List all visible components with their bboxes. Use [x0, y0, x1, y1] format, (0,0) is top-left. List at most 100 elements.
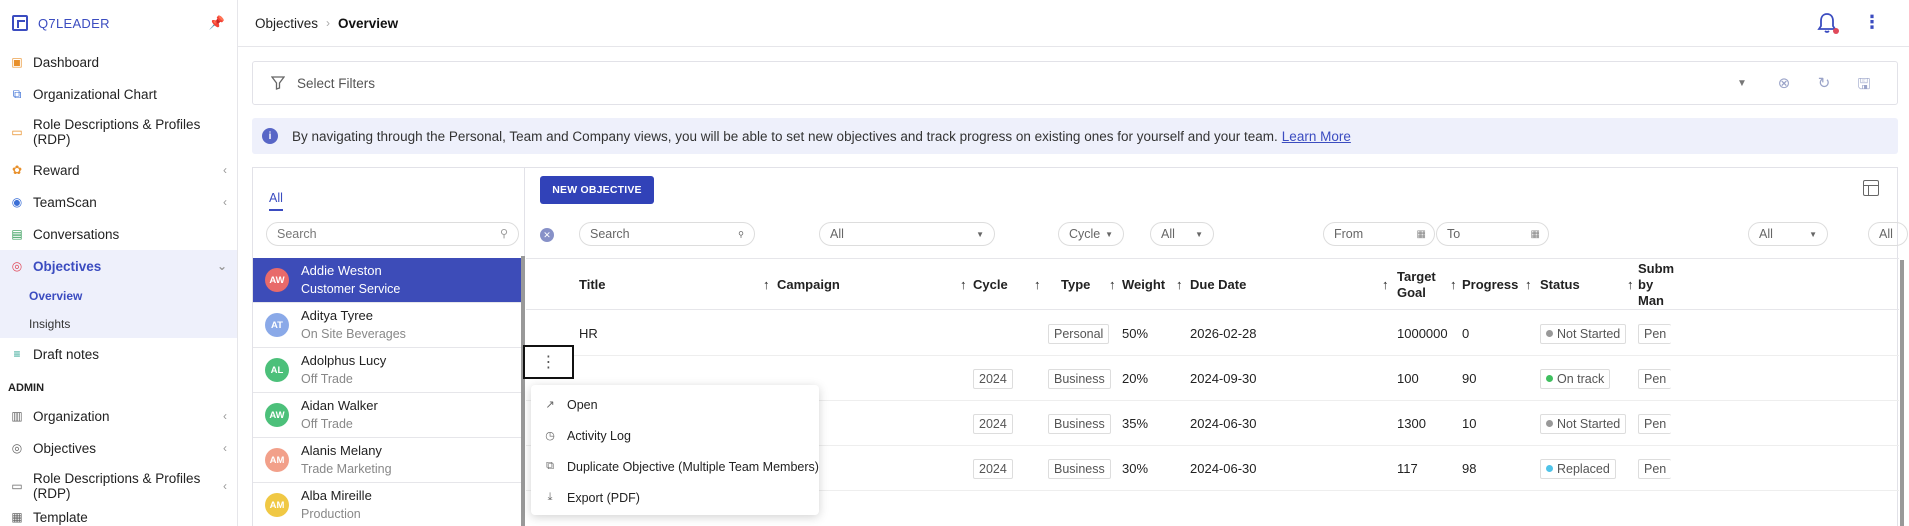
sidebar-subitem-insights[interactable]: Insights — [0, 310, 237, 338]
menu-item-duplicate[interactable]: ⧉ Duplicate Objective (Multiple Team Memb… — [531, 451, 819, 482]
cycle-chip: 2024 — [973, 413, 1013, 434]
person-name: Aidan Walker — [301, 398, 378, 413]
column-title[interactable]: Title — [579, 259, 606, 311]
sidebar-item-objectives[interactable]: ◎ Objectives ⌄ — [0, 250, 237, 282]
person-item[interactable]: AW Addie Weston Customer Service — [253, 258, 521, 303]
person-name: Alanis Melany — [301, 443, 382, 458]
people-scrollbar[interactable] — [521, 256, 525, 526]
column-due-date[interactable]: Due Date — [1190, 259, 1246, 311]
person-name: Aditya Tyree — [301, 308, 374, 323]
template-icon: ▦ — [11, 510, 23, 524]
breadcrumb-chevron-icon: › — [326, 16, 331, 30]
date-from-input[interactable]: From ▦ — [1323, 222, 1435, 246]
info-banner: i By navigating through the Personal, Te… — [252, 118, 1898, 154]
status-dot — [1546, 465, 1553, 472]
sort-icon[interactable]: ↑ — [1382, 259, 1389, 311]
table-row[interactable]: HR Personal 50% 2026-02-28 1000000 0 Not… — [526, 311, 1899, 356]
column-cycle[interactable]: Cycle — [973, 259, 1008, 311]
cell-progress: 10 — [1462, 416, 1477, 431]
table-header: Title ↑ Campaign ↑ Cycle ↑ Type ↑ Weight… — [526, 258, 1899, 310]
clear-search-icon[interactable]: ✕ — [540, 228, 554, 242]
person-item[interactable]: AT Aditya Tyree On Site Beverages — [253, 303, 521, 348]
column-type[interactable]: Type — [1061, 259, 1090, 311]
status-badge: Not Started — [1540, 413, 1627, 434]
campaign-select[interactable]: All ▼ — [819, 222, 995, 246]
sort-icon[interactable]: ↑ — [1034, 259, 1041, 311]
chevron-left-icon: ‹ — [223, 409, 227, 423]
person-item[interactable]: AM Alanis Melany Trade Marketing — [253, 438, 521, 483]
sidebar-item-conversations[interactable]: ▤ Conversations — [0, 218, 237, 250]
sidebar-item-rdp[interactable]: ▭ Role Descriptions & Profiles (RDP) — [0, 110, 237, 154]
teamscan-icon: ◉ — [11, 195, 23, 209]
search-icon: ⚲ — [499, 228, 508, 240]
status-dot — [1546, 375, 1553, 382]
submitted-chip: Pen — [1638, 368, 1672, 389]
pin-icon[interactable]: 📌 — [209, 15, 225, 31]
organization-icon: ▥ — [11, 409, 23, 423]
sidebar-item-dashboard[interactable]: ▣ Dashboard — [0, 46, 237, 78]
sort-icon[interactable]: ↑ — [1627, 259, 1634, 311]
brand-name: Q7LEADER — [38, 15, 110, 31]
objectives-panel: All Search ⚲ AW Addie Weston Customer Ser… — [252, 167, 1908, 526]
sort-icon[interactable]: ↑ — [1109, 259, 1116, 311]
date-to-input[interactable]: To ▦ — [1436, 222, 1549, 246]
sidebar-item-draft-notes[interactable]: ≡ Draft notes — [0, 338, 237, 370]
sidebar-item-admin-objectives[interactable]: ◎ Objectives ‹ — [0, 432, 237, 464]
sort-icon[interactable]: ↑ — [960, 259, 967, 311]
sort-icon[interactable]: ↑ — [1525, 259, 1532, 311]
dashboard-icon: ▣ — [11, 55, 23, 69]
sidebar-item-template[interactable]: ▦ Template — [0, 508, 237, 526]
column-progress[interactable]: Progress — [1462, 259, 1518, 311]
objective-search-input[interactable]: Search ⚲ — [579, 222, 755, 246]
new-objective-button[interactable]: NEW OBJECTIVE — [540, 176, 654, 204]
type-select[interactable]: All ▼ — [1150, 222, 1214, 246]
cell-due-date: 2024-06-30 — [1190, 416, 1257, 431]
sidebar-item-organization[interactable]: ▥ Organization ‹ — [0, 400, 237, 432]
info-icon: i — [262, 128, 278, 144]
people-search-input[interactable]: Search ⚲ — [266, 222, 519, 246]
person-item[interactable]: AM Alba Mireille Production — [253, 483, 521, 526]
sidebar-item-org-chart[interactable]: ⧉ Organizational Chart — [0, 78, 237, 110]
person-dept: Off Trade — [301, 417, 353, 431]
learn-more-link[interactable]: Learn More — [1282, 129, 1351, 144]
save-icon[interactable]: 🖫 — [1855, 74, 1873, 93]
column-status[interactable]: Status — [1540, 259, 1580, 311]
breadcrumb-parent[interactable]: Objectives — [255, 16, 318, 31]
menu-item-open[interactable]: ↗ Open — [531, 389, 819, 420]
sort-icon[interactable]: ↑ — [763, 259, 770, 311]
menu-item-activity-log[interactable]: ◷ Activity Log — [531, 420, 819, 451]
refresh-icon[interactable]: ↻ — [1815, 74, 1833, 92]
more-vertical-icon[interactable]: ⋮ — [1863, 12, 1881, 33]
chevron-left-icon: ‹ — [223, 478, 227, 493]
submitted-select[interactable]: All — [1868, 222, 1908, 246]
notification-bell-icon[interactable] — [1817, 12, 1839, 34]
sort-icon[interactable]: ↑ — [1450, 259, 1457, 311]
sidebar-subitem-overview[interactable]: Overview — [0, 282, 237, 310]
history-icon: ◷ — [545, 430, 555, 442]
status-select[interactable]: All ▼ — [1748, 222, 1828, 246]
sort-icon[interactable]: ↑ — [1176, 259, 1183, 311]
person-name: Alba Mireille — [301, 488, 372, 503]
column-submitted-by-manager[interactable]: Subm by Man — [1638, 259, 1674, 311]
notification-dot — [1833, 28, 1839, 34]
cycle-select[interactable]: Cycle ▼ — [1058, 222, 1124, 246]
sidebar-item-reward[interactable]: ✿ Reward ‹ — [0, 154, 237, 186]
column-campaign[interactable]: Campaign — [777, 259, 840, 311]
filter-bar[interactable]: Select Filters ▼ ⊗ ↻ 🖫 — [252, 61, 1898, 105]
cell-due-date: 2024-06-30 — [1190, 461, 1257, 476]
sidebar-item-admin-rdp[interactable]: ▭ Role Descriptions & Profiles (RDP) ‹ — [0, 464, 237, 508]
row-actions-kebab-icon[interactable]: ⋮ — [523, 345, 574, 379]
menu-item-export-pdf[interactable]: ⤓ Export (PDF) — [531, 482, 819, 513]
person-item[interactable]: AL Adolphus Lucy Off Trade — [253, 348, 521, 393]
column-weight[interactable]: Weight — [1122, 259, 1165, 311]
sidebar-item-teamscan[interactable]: ◉ TeamScan ‹ — [0, 186, 237, 218]
clear-filters-icon[interactable]: ⊗ — [1775, 74, 1793, 92]
dropdown-caret-icon[interactable]: ▼ — [1737, 78, 1747, 89]
table-layout-icon[interactable] — [1863, 180, 1879, 196]
table-scrollbar[interactable] — [1900, 260, 1904, 526]
cell-weight: 50% — [1122, 326, 1149, 341]
person-item[interactable]: AW Aidan Walker Off Trade — [253, 393, 521, 438]
person-name: Adolphus Lucy — [301, 353, 387, 368]
column-target-goal[interactable]: Target Goal — [1397, 259, 1436, 311]
tab-all[interactable]: All — [269, 191, 283, 211]
